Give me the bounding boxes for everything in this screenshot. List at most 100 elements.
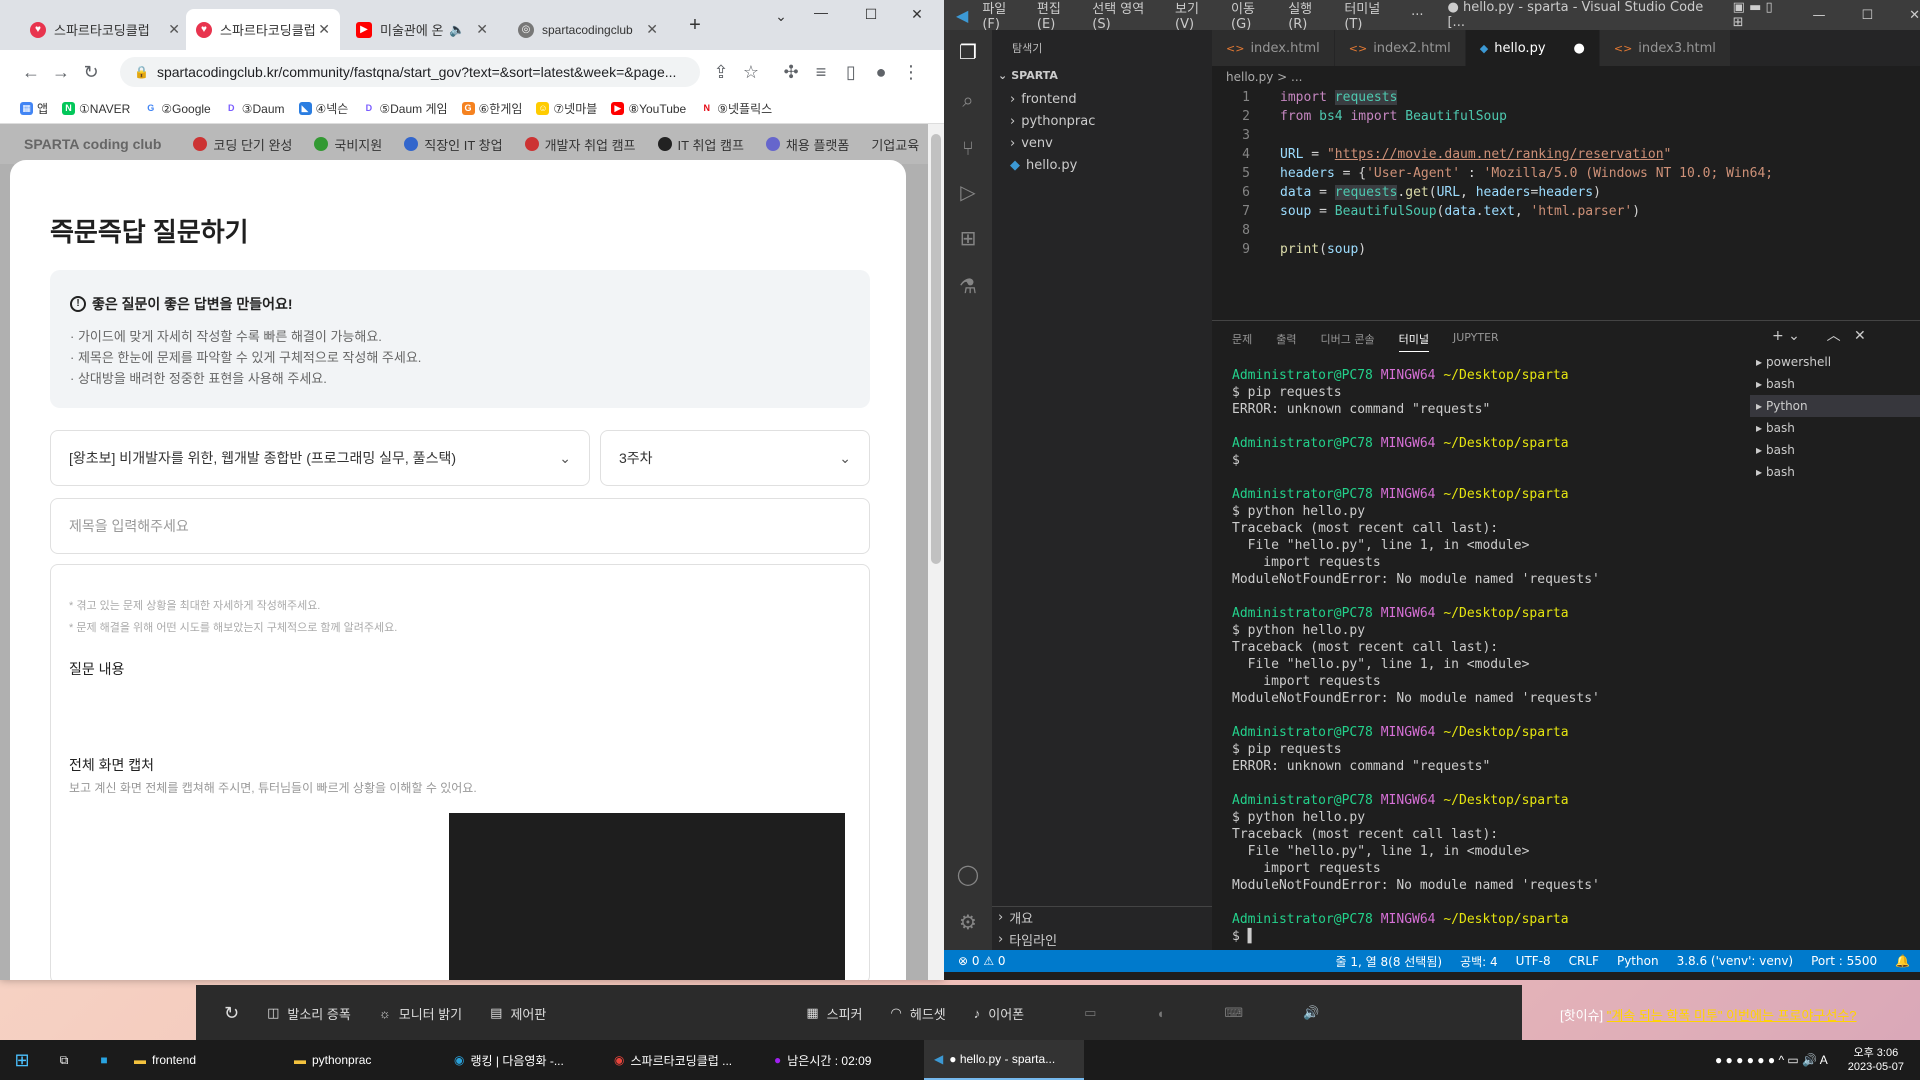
bookmark-youtube[interactable]: ▶ ⑧YouTube bbox=[611, 102, 686, 116]
gear-icon[interactable]: ⚙ bbox=[956, 910, 980, 934]
breadcrumb[interactable]: hello.py > ... bbox=[1226, 70, 1302, 84]
bookmark-daum[interactable]: D ③Daum bbox=[224, 102, 285, 116]
bookmark-netflix[interactable]: N ⑨넷플릭스 bbox=[700, 100, 772, 117]
terminal-actions[interactable]: + ⌄ ︿ ✕ bbox=[1772, 325, 1866, 345]
sidepanel-icon[interactable]: ▯ bbox=[836, 62, 866, 83]
bookmark-netmarble[interactable]: ☺ ⑦넷마블 bbox=[536, 100, 597, 117]
nav-item-jobs[interactable]: 채용 플랫폼 bbox=[765, 135, 849, 154]
scrollbar-thumb[interactable] bbox=[931, 134, 941, 564]
status-eol[interactable]: CRLF bbox=[1569, 954, 1599, 968]
star-icon[interactable]: ☆ bbox=[736, 62, 766, 83]
close-icon[interactable]: ✕ bbox=[646, 21, 658, 38]
tray-icons[interactable]: ● ● ● ● ● ● ^ ▭ 🔊 A bbox=[1705, 1040, 1838, 1080]
taskbar-item-frontend[interactable]: ▬ frontend bbox=[124, 1040, 284, 1080]
headset-button[interactable]: ◠ 헤드셋 bbox=[891, 1004, 946, 1023]
status-indent[interactable]: 공백: 4 bbox=[1460, 953, 1498, 970]
browser-tab-2[interactable]: ♥ 스파르타코딩클럽 ✕ bbox=[186, 9, 340, 50]
terminal-item[interactable]: ▸ powershell bbox=[1750, 351, 1920, 373]
editor-tab[interactable]: <> index3.html bbox=[1599, 30, 1731, 66]
bookmark-daum-game[interactable]: D ⑤Daum 게임 bbox=[362, 100, 448, 117]
bookmark-hangame[interactable]: G ⑥한게임 bbox=[461, 100, 522, 117]
menu-view[interactable]: 보기(V) bbox=[1175, 0, 1217, 32]
site-logo[interactable]: SPARTA coding club bbox=[24, 136, 161, 152]
nav-item-coding[interactable]: 코딩 단기 완성 bbox=[193, 135, 292, 154]
terminal-output[interactable]: Administrator@PC78 MINGW64 ~/Desktop/spa… bbox=[1232, 367, 1752, 945]
explorer-icon[interactable]: ❐ bbox=[956, 40, 980, 64]
question-editor[interactable]: * 겪고 있는 문제 상황을 최대한 자세하게 작성해주세요. * 문제 해결을… bbox=[50, 564, 870, 980]
bookmark-apps[interactable]: ▦ 앱 bbox=[20, 100, 48, 117]
taskbar-item-pythonprac[interactable]: ▬ pythonprac bbox=[284, 1040, 444, 1080]
nav-item-gov[interactable]: 국비지원 bbox=[314, 135, 382, 154]
close-icon[interactable]: ✕ bbox=[168, 21, 180, 38]
taskbar-item-vscode[interactable]: ◀ ● hello.py - sparta... bbox=[924, 1040, 1084, 1080]
monitor-icon[interactable]: ▭ bbox=[1084, 1005, 1096, 1021]
status-encoding[interactable]: UTF-8 bbox=[1516, 954, 1551, 968]
tree-folder[interactable]: › frontend bbox=[992, 88, 1212, 110]
tree-folder[interactable]: › venv bbox=[992, 132, 1212, 154]
volume-icon[interactable]: 🔊 bbox=[1303, 1005, 1319, 1021]
earphone-button[interactable]: ♪ 이어폰 bbox=[974, 1004, 1024, 1023]
status-language[interactable]: Python bbox=[1617, 954, 1659, 968]
clock[interactable]: 오후 3:06 2023-05-07 bbox=[1838, 1040, 1920, 1080]
terminal-item[interactable]: ▸ bash bbox=[1750, 373, 1920, 395]
bell-icon[interactable]: 🔔 bbox=[1895, 954, 1910, 968]
nav-item-startup[interactable]: 직장인 IT 창업 bbox=[404, 135, 503, 154]
browser-tab-3[interactable]: ▶ 미술관에 온 🔈 ✕ bbox=[346, 9, 498, 50]
account-icon[interactable]: ◯ bbox=[956, 862, 980, 886]
store-icon[interactable]: ■ bbox=[84, 1040, 124, 1080]
close-window-button[interactable]: ✕ bbox=[1909, 8, 1920, 23]
minimize-button[interactable]: — bbox=[1812, 8, 1825, 23]
audio-icon[interactable]: 🔈 bbox=[449, 22, 465, 38]
browser-tab-1[interactable]: ♥ 스파르타코딩클럽 ✕ bbox=[20, 9, 190, 50]
extensions-icon[interactable]: ✣ bbox=[776, 62, 806, 83]
panel-tab-debug-console[interactable]: 디버그 콘솔 bbox=[1321, 327, 1375, 352]
source-control-icon[interactable]: ⑂ bbox=[956, 136, 980, 160]
bookmark-naver[interactable]: N ①NAVER bbox=[62, 102, 130, 116]
control-panel-button[interactable]: ▤ 제어판 bbox=[490, 1004, 546, 1023]
run-debug-icon[interactable]: ▷ bbox=[956, 180, 980, 204]
task-view-icon[interactable]: ⧉ bbox=[44, 1040, 84, 1080]
nav-item-enterprise[interactable]: 기업교육 bbox=[871, 135, 919, 154]
status-cursor-position[interactable]: 줄 1, 열 8(8 선택됨) bbox=[1336, 953, 1443, 970]
menu-more[interactable]: ··· bbox=[1411, 8, 1423, 23]
testing-icon[interactable]: ⚗ bbox=[956, 274, 980, 298]
editor-tab[interactable]: <> index.html bbox=[1212, 30, 1335, 66]
share-icon[interactable]: ⇪ bbox=[706, 62, 736, 83]
new-tab-button[interactable]: + bbox=[680, 14, 710, 37]
tab-search-icon[interactable]: ⌄ bbox=[766, 8, 796, 25]
bookmark-nexon[interactable]: ◣ ④넥슨 bbox=[298, 100, 348, 117]
terminal-item[interactable]: ▸ bash bbox=[1750, 439, 1920, 461]
close-icon[interactable]: ✕ bbox=[476, 21, 488, 38]
reading-list-icon[interactable]: ≡ bbox=[806, 62, 836, 83]
course-select[interactable]: [왕초보] 비개발자를 위한, 웹개발 종합반 (프로그래밍 실무, 풀스택) ⌄ bbox=[50, 430, 590, 486]
extensions-icon[interactable]: ⊞ bbox=[956, 226, 980, 250]
tree-root[interactable]: ⌄ SPARTA bbox=[992, 64, 1212, 86]
tree-file[interactable]: ◆ hello.py bbox=[992, 154, 1212, 176]
search-icon[interactable]: ⌕ bbox=[956, 88, 980, 112]
panel-tab-jupyter[interactable]: JUPYTER bbox=[1453, 327, 1499, 352]
close-window-button[interactable]: ✕ bbox=[902, 6, 932, 23]
status-live-server[interactable]: Port : 5500 bbox=[1811, 954, 1877, 968]
keyboard-icon[interactable]: ⌨ bbox=[1224, 1005, 1243, 1021]
maximize-button[interactable]: ☐ bbox=[856, 6, 886, 23]
menu-terminal[interactable]: 터미널(T) bbox=[1344, 0, 1397, 32]
taskbar-item-chrome[interactable]: ◉ 스파르타코딩클럽 ... bbox=[604, 1040, 764, 1080]
nav-item-dev-camp[interactable]: 개발자 취업 캠프 bbox=[524, 135, 636, 154]
menu-icon[interactable]: ⋮ bbox=[896, 62, 926, 83]
terminal-item[interactable]: ▸ Python bbox=[1750, 395, 1920, 417]
brightness-button[interactable]: ☼ 모니터 밝기 bbox=[379, 1004, 462, 1023]
mouse-icon[interactable]: ◖ bbox=[1156, 1006, 1164, 1021]
status-interpreter[interactable]: 3.8.6 ('venv': venv) bbox=[1677, 954, 1794, 968]
editor-tab[interactable]: <> index2.html bbox=[1334, 30, 1466, 66]
taskbar-item-timer[interactable]: ● 남은시간 : 02:09 bbox=[764, 1040, 924, 1080]
page-scrollbar[interactable] bbox=[928, 124, 944, 980]
url-bar[interactable]: 🔒 spartacodingclub.kr/community/fastqna/s… bbox=[120, 57, 700, 87]
close-icon[interactable]: ✕ bbox=[318, 21, 330, 38]
menu-selection[interactable]: 선택 영역(S) bbox=[1092, 0, 1161, 32]
start-icon[interactable]: ⊞ bbox=[0, 1040, 44, 1080]
menu-go[interactable]: 이동(G) bbox=[1231, 0, 1274, 32]
bookmark-google[interactable]: G ②Google bbox=[144, 102, 211, 116]
minimize-button[interactable]: — bbox=[806, 4, 836, 20]
panel-tab-terminal[interactable]: 터미널 bbox=[1398, 327, 1429, 352]
menu-file[interactable]: 파일(F) bbox=[982, 0, 1023, 32]
